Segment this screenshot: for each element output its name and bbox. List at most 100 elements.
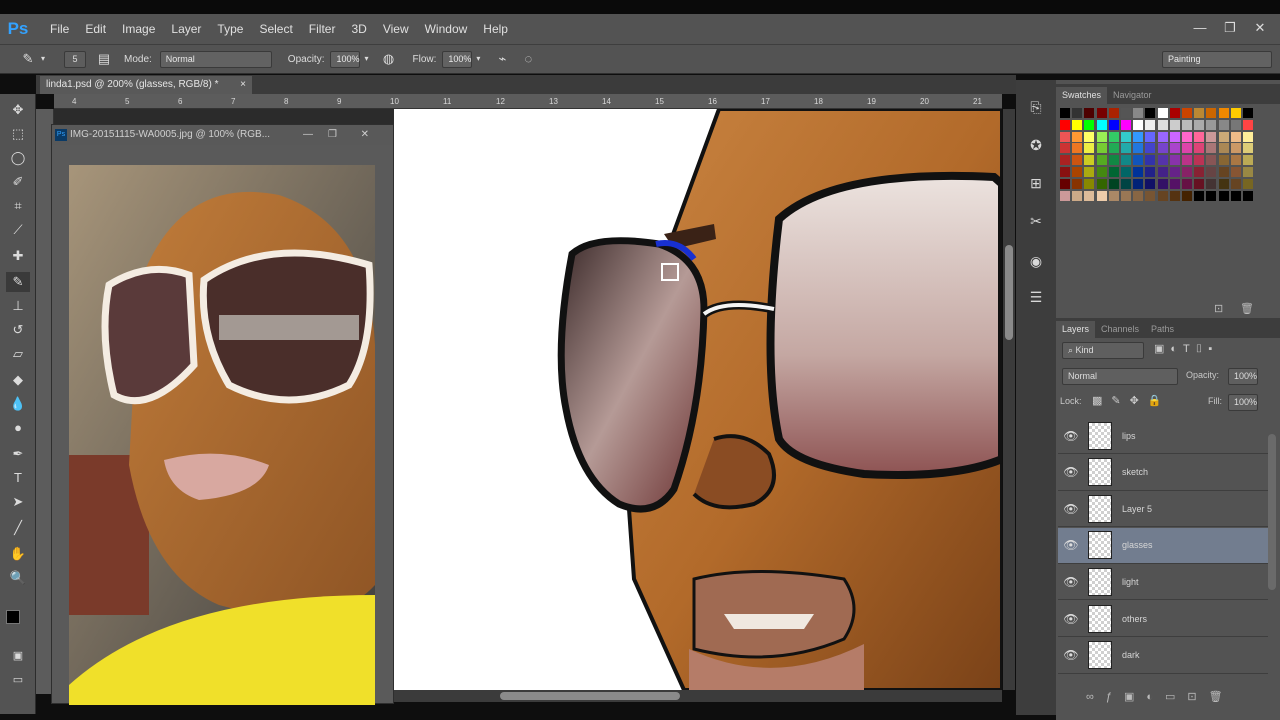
color-swatch[interactable]: [1108, 108, 1119, 118]
brush-panel-icon[interactable]: ▤: [94, 49, 114, 69]
visibility-eye-icon[interactable]: 👁: [1058, 465, 1084, 479]
pressure-opacity-icon[interactable]: ◍: [378, 49, 398, 69]
color-swatch[interactable]: [1072, 178, 1083, 189]
trash-icon[interactable]: 🗑: [1240, 302, 1254, 315]
visibility-eye-icon[interactable]: 👁: [1058, 538, 1084, 552]
color-swatch[interactable]: [1218, 119, 1229, 130]
adjustments-icon[interactable]: ◉: [1024, 250, 1048, 272]
menu-item-edit[interactable]: Edit: [77, 22, 114, 36]
color-swatch[interactable]: [1060, 155, 1070, 166]
color-swatch[interactable]: [1060, 143, 1070, 154]
minimize-icon[interactable]: —: [1188, 18, 1212, 38]
color-swatch[interactable]: [1096, 167, 1107, 177]
restore-icon[interactable]: ❐: [328, 125, 337, 145]
color-swatch[interactable]: [1206, 143, 1217, 154]
color-swatch[interactable]: [1218, 178, 1229, 189]
hand-tool-icon[interactable]: ✋: [6, 544, 30, 564]
color-swatch[interactable]: [1060, 178, 1070, 189]
color-swatch[interactable]: [1133, 119, 1144, 130]
color-swatch[interactable]: [1072, 131, 1083, 142]
color-swatch[interactable]: [1243, 108, 1253, 118]
color-swatch[interactable]: [1072, 108, 1083, 118]
color-swatch[interactable]: [1182, 167, 1192, 177]
color-swatch[interactable]: [1157, 155, 1168, 166]
color-swatch[interactable]: [1084, 190, 1095, 201]
color-swatch[interactable]: [1133, 167, 1144, 177]
paint-bucket-icon[interactable]: ◆: [6, 370, 30, 390]
vertical-scroll-thumb[interactable]: [1005, 245, 1013, 340]
color-swatch[interactable]: [1206, 190, 1217, 201]
color-swatch[interactable]: [1243, 167, 1253, 177]
history-icon[interactable]: ⎘: [1024, 96, 1048, 118]
chevron-down-icon[interactable]: ▾: [38, 49, 48, 69]
menu-item-file[interactable]: File: [42, 22, 77, 36]
color-swatch[interactable]: [1096, 119, 1107, 130]
color-swatch[interactable]: [1145, 155, 1156, 166]
color-swatch[interactable]: [1108, 155, 1119, 166]
tab-channels[interactable]: Channels: [1095, 321, 1145, 338]
color-swatch[interactable]: [1243, 143, 1253, 154]
visibility-eye-icon[interactable]: 👁: [1058, 575, 1084, 589]
color-swatch[interactable]: [1108, 143, 1119, 154]
document-canvas[interactable]: [394, 109, 1002, 690]
color-swatch[interactable]: [1060, 190, 1070, 201]
crop-tool-icon[interactable]: ⌗: [6, 196, 30, 216]
color-swatch[interactable]: [1121, 178, 1131, 189]
color-swatch[interactable]: [1157, 167, 1168, 177]
color-swatch[interactable]: [1121, 155, 1131, 166]
properties-icon[interactable]: ☰: [1024, 286, 1048, 308]
color-swatch[interactable]: [1060, 119, 1070, 130]
color-swatch[interactable]: [1206, 167, 1217, 177]
color-swatch[interactable]: [1096, 108, 1107, 118]
color-swatch[interactable]: [1133, 178, 1144, 189]
color-swatch[interactable]: [1072, 190, 1083, 201]
stamp-tool-icon[interactable]: ⊥: [6, 296, 30, 316]
pressure-size-icon[interactable]: ◌: [518, 49, 538, 69]
color-swatch[interactable]: [1096, 131, 1107, 142]
color-swatch[interactable]: [1169, 155, 1180, 166]
dodge-tool-icon[interactable]: ●: [6, 418, 30, 438]
lasso-tool-icon[interactable]: ◯: [6, 148, 30, 168]
tab-paths[interactable]: Paths: [1145, 321, 1180, 338]
color-swatch[interactable]: [1133, 190, 1144, 201]
layer-row[interactable]: 👁 others: [1058, 601, 1268, 637]
visibility-eye-icon[interactable]: 👁: [1058, 502, 1084, 516]
color-swatch[interactable]: [1169, 119, 1180, 130]
lock-icons[interactable]: ▩✎✥🔒: [1092, 394, 1171, 407]
color-swatch[interactable]: [1206, 178, 1217, 189]
color-swatch[interactable]: [1121, 131, 1131, 142]
type-tool-icon[interactable]: T: [6, 468, 30, 488]
color-swatch[interactable]: [1169, 178, 1180, 189]
chevron-down-icon[interactable]: ▾: [472, 49, 484, 69]
screen-mode-icon[interactable]: ▭: [6, 670, 30, 690]
color-swatch[interactable]: [1206, 119, 1217, 130]
color-swatch[interactable]: [1243, 190, 1253, 201]
document-tab[interactable]: linda1.psd @ 200% (glasses, RGB/8) * ×: [40, 76, 252, 94]
color-swatch[interactable]: [1145, 131, 1156, 142]
blur-tool-icon[interactable]: 💧: [6, 394, 30, 414]
line-tool-icon[interactable]: ╱: [6, 518, 30, 538]
color-swatch[interactable]: [1218, 155, 1229, 166]
color-swatch[interactable]: [1060, 131, 1070, 142]
color-swatch[interactable]: [1096, 190, 1107, 201]
vertical-scrollbar[interactable]: [1003, 109, 1015, 690]
color-swatch[interactable]: [1230, 155, 1241, 166]
healing-tool-icon[interactable]: ✚: [6, 246, 30, 266]
layer-filter-kind[interactable]: ⌕ Kind: [1062, 342, 1144, 359]
pen-tool-icon[interactable]: ✒: [6, 444, 30, 464]
tool-presets-icon[interactable]: ✂: [1024, 210, 1048, 232]
color-swatch[interactable]: [1169, 190, 1180, 201]
color-swatch[interactable]: [1096, 178, 1107, 189]
color-swatch[interactable]: [1121, 190, 1131, 201]
color-swatch[interactable]: [1206, 155, 1217, 166]
foreground-color-swatch[interactable]: [6, 610, 20, 624]
layer-row[interactable]: 👁 light: [1058, 564, 1268, 601]
tab-navigator[interactable]: Navigator: [1107, 87, 1158, 104]
color-swatch[interactable]: [1157, 131, 1168, 142]
color-swatch[interactable]: [1182, 155, 1192, 166]
close-icon[interactable]: ×: [240, 76, 246, 94]
color-swatch[interactable]: [1072, 155, 1083, 166]
visibility-eye-icon[interactable]: 👁: [1058, 429, 1084, 443]
color-swatch[interactable]: [1072, 143, 1083, 154]
color-swatch[interactable]: [1157, 190, 1168, 201]
